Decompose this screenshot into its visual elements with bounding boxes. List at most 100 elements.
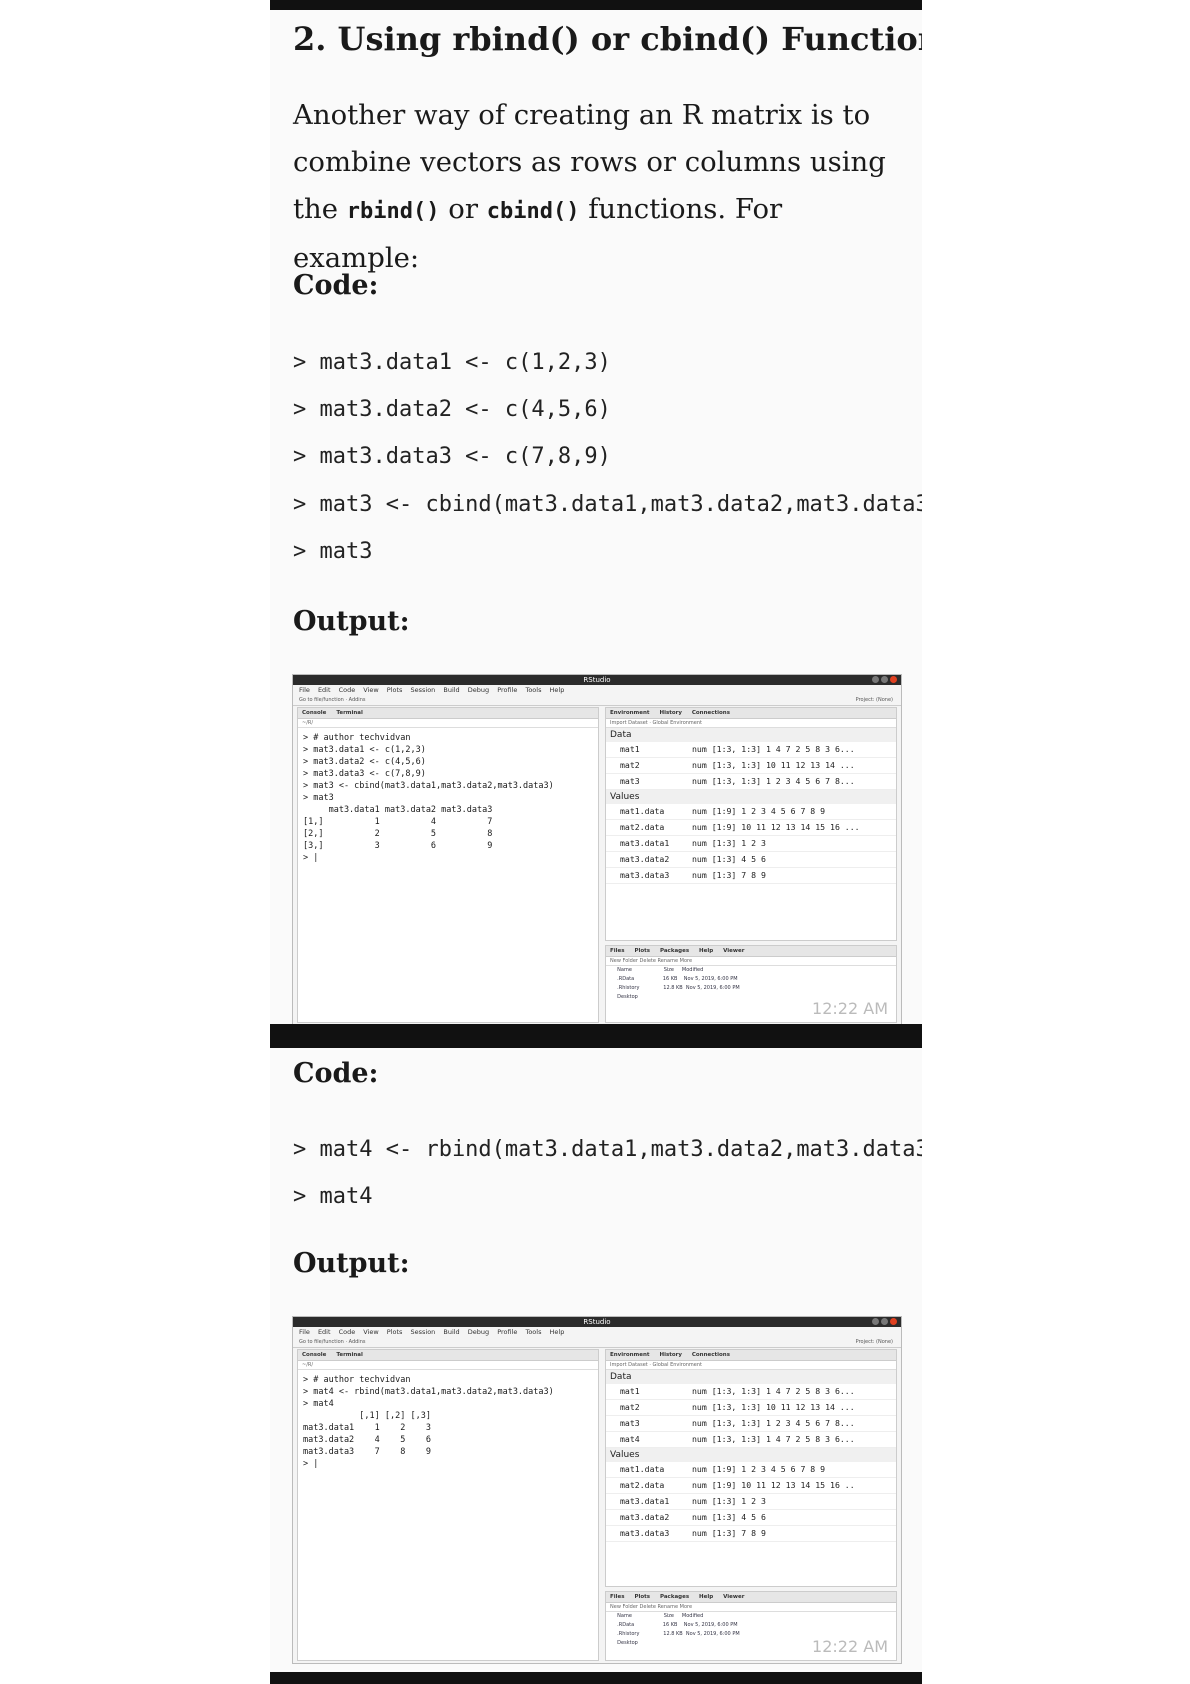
project-menu: Project: (None) xyxy=(855,1339,893,1345)
toolbar: Go to file/function · Addins Project: (N… xyxy=(293,1338,901,1348)
window-title: RStudio xyxy=(583,1318,611,1326)
environment-tabs: Environment History Connections xyxy=(606,708,896,719)
env-value: num [1:9] 1 2 3 4 5 6 7 8 9 xyxy=(692,1464,826,1474)
bottom-divider-bar xyxy=(270,1672,922,1684)
cbind-code: cbind() xyxy=(486,199,580,224)
env-value: num [1:3] 4 5 6 xyxy=(692,854,766,864)
section-heading: 2. Using rbind() or cbind() Function xyxy=(293,20,922,58)
rstudio-screenshot-2: RStudio File Edit Code View Plots Sessio… xyxy=(292,1316,902,1664)
window-controls xyxy=(872,676,897,683)
values-header: Values xyxy=(606,1448,896,1462)
files-tabs: Files Plots Packages Help Viewer xyxy=(606,1592,896,1603)
data-header: Data xyxy=(606,728,896,742)
window-title: RStudio xyxy=(583,676,611,684)
env-row: mat4 num [1:3, 1:3] 1 4 7 2 5 8 3 6... xyxy=(606,1432,896,1448)
menu-bar: File Edit Code View Plots Session Build … xyxy=(299,686,565,694)
files-tabs: Files Plots Packages Help Viewer xyxy=(606,946,896,957)
env-row: mat3.data3 num [1:3] 7 8 9 xyxy=(606,868,896,884)
code-line: > mat3.data3 <- c(7,8,9) xyxy=(293,444,611,469)
rstudio-screenshot-1: RStudio File Edit Code View Plots Sessio… xyxy=(292,674,902,1026)
code-line: > mat4 <- rbind(mat3.data1,mat3.data2,ma… xyxy=(293,1137,922,1162)
env-row: mat2 num [1:3, 1:3] 10 11 12 13 14 ... xyxy=(606,758,896,774)
env-row: mat3 num [1:3, 1:3] 1 2 3 4 5 6 7 8... xyxy=(606,774,896,790)
env-name: mat3.data1 xyxy=(620,1496,670,1506)
intro-or: or xyxy=(448,193,478,225)
env-value: num [1:9] 10 11 12 13 14 15 16 ... xyxy=(692,822,860,832)
env-row: mat3.data1 num [1:3] 1 2 3 xyxy=(606,836,896,852)
env-value: num [1:3, 1:3] 10 11 12 13 14 ... xyxy=(692,1402,855,1412)
files-list: Name Size Modified .RData 16 KB Nov 5, 2… xyxy=(617,967,740,1000)
files-pane: Files Plots Packages Help Viewer New Fol… xyxy=(605,945,897,1023)
environment-pane: Environment History Connections Import D… xyxy=(605,1349,897,1587)
env-name: mat2 xyxy=(620,760,640,770)
files-toolbar: New Folder Delete Rename More xyxy=(606,1603,896,1612)
clock-overlay: 12:22 AM xyxy=(812,999,888,1018)
console-output: > # author techvidvan > mat4 <- rbind(ma… xyxy=(303,1375,554,1469)
env-name: mat2.data xyxy=(620,822,665,832)
env-value: num [1:3, 1:3] 1 4 7 2 5 8 3 6... xyxy=(692,1386,855,1396)
console-tabs: Console Terminal xyxy=(298,708,598,719)
env-name: mat3 xyxy=(620,1418,640,1428)
top-divider-bar xyxy=(270,0,922,10)
console-pane: Console Terminal ~/R/ > # author techvid… xyxy=(297,707,599,1023)
env-row: mat1.data num [1:9] 1 2 3 4 5 6 7 8 9 xyxy=(606,804,896,820)
env-value: num [1:3, 1:3] 1 4 7 2 5 8 3 6... xyxy=(692,1434,855,1444)
console-output: > # author techvidvan > mat3.data1 <- c(… xyxy=(303,733,554,863)
env-value: num [1:3] 7 8 9 xyxy=(692,870,766,880)
env-row: mat2.data num [1:9] 10 11 12 13 14 15 16 … xyxy=(606,820,896,836)
env-row: mat1 num [1:3, 1:3] 1 4 7 2 5 8 3 6... xyxy=(606,742,896,758)
code-line: > mat3 xyxy=(293,539,373,564)
env-row: mat3 num [1:3, 1:3] 1 2 3 4 5 6 7 8... xyxy=(606,1416,896,1432)
env-value: num [1:3] 1 2 3 xyxy=(692,1496,766,1506)
toolbar: Go to file/function · Addins Project: (N… xyxy=(293,696,901,706)
output-label-2: Output: xyxy=(293,1248,410,1279)
intro-paragraph: Another way of creating an R matrix is t… xyxy=(293,92,903,282)
env-value: num [1:9] 1 2 3 4 5 6 7 8 9 xyxy=(692,806,826,816)
env-row: mat1 num [1:3, 1:3] 1 4 7 2 5 8 3 6... xyxy=(606,1384,896,1400)
env-value: num [1:3] 1 2 3 xyxy=(692,838,766,848)
env-value: num [1:3, 1:3] 1 4 7 2 5 8 3 6... xyxy=(692,744,855,754)
output-label-1: Output: xyxy=(293,606,410,637)
env-name: mat1 xyxy=(620,1386,640,1396)
article-page: 2. Using rbind() or cbind() Function Ano… xyxy=(270,0,922,1684)
env-row: mat3.data1 num [1:3] 1 2 3 xyxy=(606,1494,896,1510)
env-name: mat3.data3 xyxy=(620,1528,670,1538)
env-name: mat3 xyxy=(620,776,640,786)
console-path: ~/R/ xyxy=(298,1361,598,1370)
menu-bar: File Edit Code View Plots Session Build … xyxy=(299,1328,565,1336)
env-value: num [1:3, 1:3] 10 11 12 13 14 ... xyxy=(692,760,855,770)
code-label-1: Code: xyxy=(293,270,379,301)
env-name: mat1.data xyxy=(620,1464,665,1474)
env-row: mat2.data num [1:9] 10 11 12 13 14 15 16 … xyxy=(606,1478,896,1494)
env-name: mat3.data3 xyxy=(620,870,670,880)
env-row: mat1.data num [1:9] 1 2 3 4 5 6 7 8 9 xyxy=(606,1462,896,1478)
environment-pane: Environment History Connections Import D… xyxy=(605,707,897,941)
files-pane: Files Plots Packages Help Viewer New Fol… xyxy=(605,1591,897,1661)
env-name: mat1 xyxy=(620,744,640,754)
environment-toolbar: Import Dataset · Global Environment xyxy=(606,1361,896,1370)
environment-tabs: Environment History Connections xyxy=(606,1350,896,1361)
clock-overlay: 12:22 AM xyxy=(812,1637,888,1656)
env-name: mat2.data xyxy=(620,1480,665,1490)
env-row: mat3.data2 num [1:3] 4 5 6 xyxy=(606,1510,896,1526)
rbind-code: rbind() xyxy=(346,199,440,224)
env-name: mat3.data1 xyxy=(620,838,670,848)
files-toolbar: New Folder Delete Rename More xyxy=(606,957,896,966)
values-header: Values xyxy=(606,790,896,804)
code-line: > mat3.data2 <- c(4,5,6) xyxy=(293,397,611,422)
code-line: > mat3.data1 <- c(1,2,3) xyxy=(293,350,611,375)
env-name: mat4 xyxy=(620,1434,640,1444)
env-name: mat1.data xyxy=(620,806,665,816)
console-path: ~/R/ xyxy=(298,719,598,728)
env-value: num [1:3] 4 5 6 xyxy=(692,1512,766,1522)
window-titlebar: RStudio xyxy=(293,675,901,685)
env-name: mat3.data2 xyxy=(620,854,670,864)
code-line: > mat3 <- cbind(mat3.data1,mat3.data2,ma… xyxy=(293,492,922,517)
window-controls xyxy=(872,1318,897,1325)
env-value: num [1:3, 1:3] 1 2 3 4 5 6 7 8... xyxy=(692,1418,855,1428)
toolbar-text: Go to file/function · Addins xyxy=(299,697,366,703)
env-row: mat3.data3 num [1:3] 7 8 9 xyxy=(606,1526,896,1542)
env-value: num [1:3] 7 8 9 xyxy=(692,1528,766,1538)
env-name: mat2 xyxy=(620,1402,640,1412)
toolbar-text: Go to file/function · Addins xyxy=(299,1339,366,1345)
